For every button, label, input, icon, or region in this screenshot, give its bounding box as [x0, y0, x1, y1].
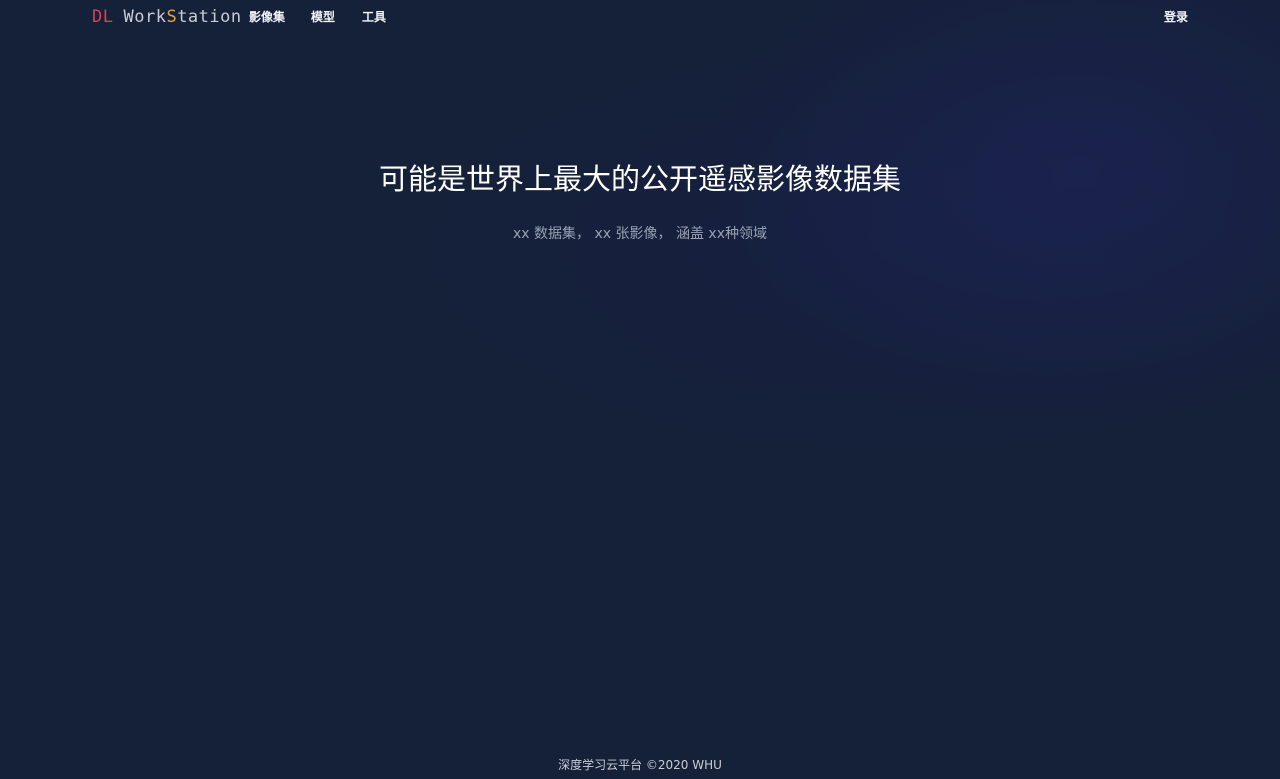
- logo-workstation-text: WorkStation: [123, 7, 241, 27]
- footer-copyright: 深度学习云平台 ©2020 WHU: [558, 758, 722, 772]
- nav-item-datasets[interactable]: 影像集: [249, 9, 285, 25]
- hero-title: 可能是世界上最大的公开遥感影像数据集: [378, 162, 901, 196]
- background-gradient: [0, 0, 1280, 779]
- top-navbar: DL WorkStation 影像集 模型 工具 登录: [0, 0, 1280, 34]
- hero-subtitle: xx 数据集， xx 张影像， 涵盖 xx种领域: [513, 226, 767, 242]
- logo-word-tation: tation: [177, 7, 242, 27]
- nav-item-models[interactable]: 模型: [311, 9, 335, 25]
- login-button[interactable]: 登录: [1164, 9, 1188, 25]
- nav-item-tools[interactable]: 工具: [362, 9, 386, 25]
- logo-word-s: S: [166, 7, 178, 27]
- logo-word-work: Work: [123, 7, 167, 27]
- logo-dl-text: DL: [92, 7, 114, 27]
- logo[interactable]: DL WorkStation: [92, 5, 242, 29]
